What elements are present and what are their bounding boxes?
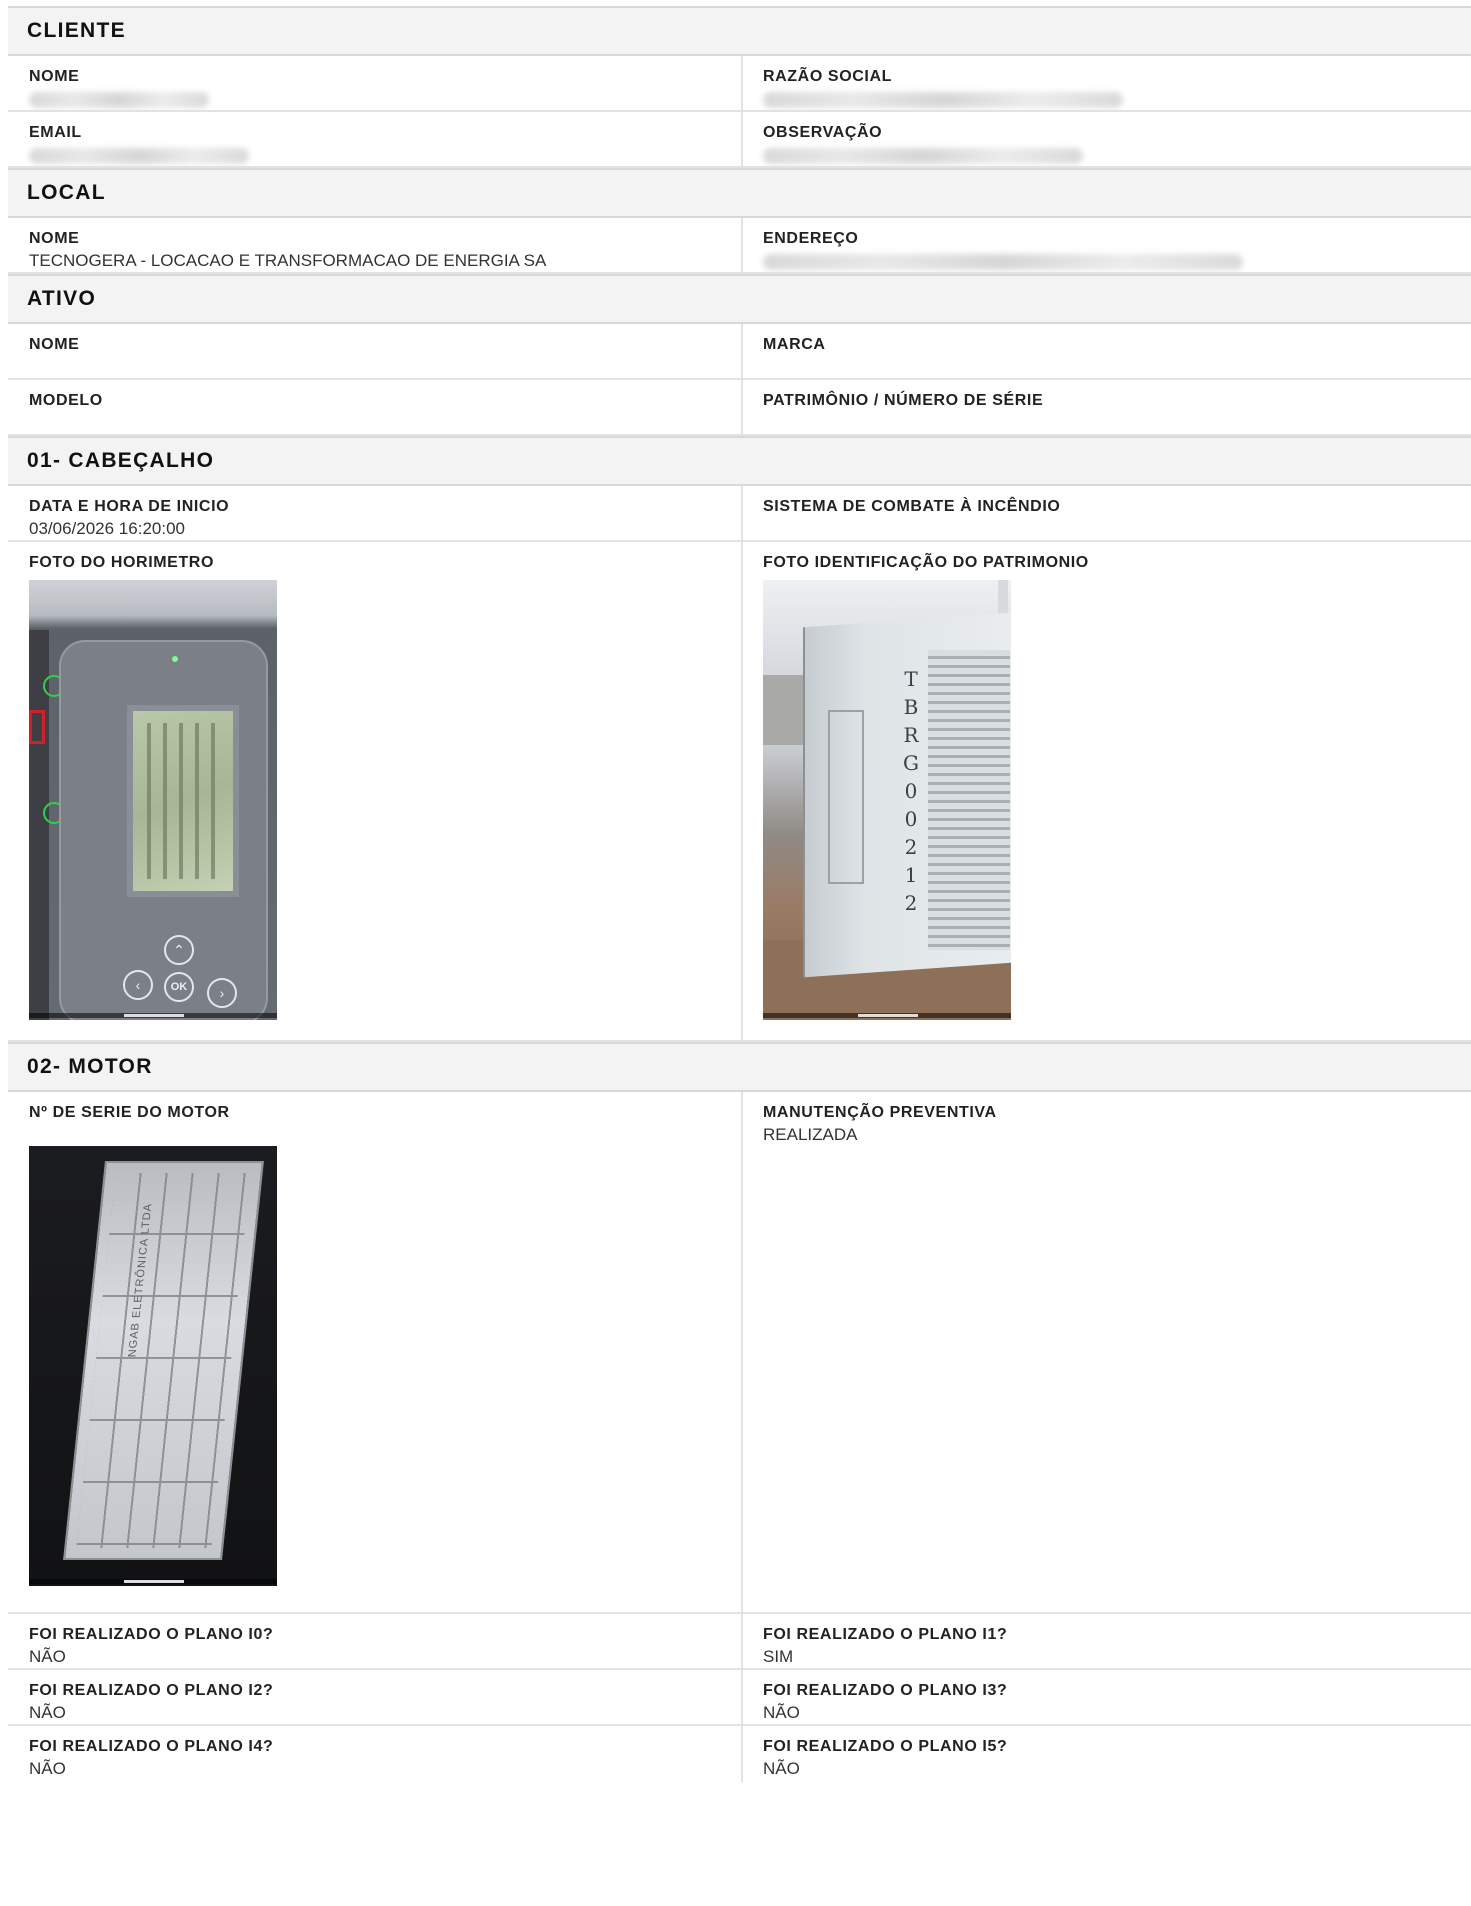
field-value: NÃO [29,1759,66,1778]
field-label: FOI REALIZADO O PLANO I0? [29,1626,274,1643]
motor-row-1: Nº DE SERIE DO MOTOR NGAB ELETRÔNICA LTD… [8,1092,1471,1614]
field-value: NÃO [763,1759,800,1778]
plano-i2-cell: FOI REALIZADO O PLANO I2? NÃO [8,1670,743,1724]
ativo-patrimonio-cell: PATRIMÔNIO / NÚMERO DE SÉRIE [743,380,1471,434]
lcd-display [127,705,239,897]
plano-i3-cell: FOI REALIZADO O PLANO I3? NÃO [743,1670,1471,1724]
chevron-left-icon: ‹ [123,970,153,1000]
ativo-row-1: NOME MARCA [8,324,1471,380]
field-value: NÃO [29,1703,66,1722]
field-label: FOI REALIZADO O PLANO I5? [763,1738,1008,1755]
field-label: DATA E HORA DE INICIO [29,498,230,515]
cliente-email-cell: EMAIL [8,112,743,166]
field-value: REALIZADA [763,1125,858,1144]
cliente-observacao-cell: OBSERVAÇÃO [743,112,1471,166]
cabecalho-row-fotos: FOTO DO HORIMETRO ⌃ ‹ OK › FOTO IDENTIFI… [8,542,1471,1042]
field-label: NOME [29,230,80,247]
field-label: MODELO [29,392,103,409]
field-value: NÃO [763,1703,800,1722]
field-label: MARCA [763,336,826,353]
field-label: ENDEREÇO [763,230,859,247]
section-ativo-header: ATIVO [8,274,1471,324]
ok-button-icon: OK [164,972,194,1002]
foto-horimetro-cell: FOTO DO HORIMETRO ⌃ ‹ OK › [8,542,743,1040]
manutencao-cell: MANUTENÇÃO PREVENTIVA REALIZADA [743,1092,1471,1612]
generator-door [828,710,864,884]
ativo-modelo-cell: MODELO [8,380,743,434]
chevron-up-icon: ⌃ [164,935,194,965]
field-label: FOTO IDENTIFICAÇÃO DO PATRIMONIO [763,554,1089,571]
cliente-row-1: NOME RAZÃO SOCIAL [8,56,1471,112]
chevron-right-icon: › [207,978,237,1008]
local-row: NOME TECNOGERA - LOCACAO E TRANSFORMACAO… [8,218,1471,274]
generator-louvers [928,650,1010,950]
section-title: CLIENTE [27,19,126,42]
section-local-header: LOCAL [8,168,1471,218]
redacted-value [763,92,1123,108]
sistema-incendio-cell: SISTEMA DE COMBATE À INCÊNDIO [743,486,1471,540]
field-label: FOI REALIZADO O PLANO I4? [29,1738,274,1755]
local-nome-cell: NOME TECNOGERA - LOCACAO E TRANSFORMACAO… [8,218,743,272]
field-label: RAZÃO SOCIAL [763,68,892,85]
field-label: SISTEMA DE COMBATE À INCÊNDIO [763,498,1061,515]
field-label: FOI REALIZADO O PLANO I2? [29,1682,274,1699]
data-inicio-cell: DATA E HORA DE INICIO 03/06/2026 16:20:0… [8,486,743,540]
motor-plate-photo[interactable]: NGAB ELETRÔNICA LTDA [29,1146,277,1586]
redacted-value [763,148,1083,164]
field-label: FOTO DO HORIMETRO [29,554,215,571]
redacted-value [763,254,1243,270]
field-value: TECNOGERA - LOCACAO E TRANSFORMACAO DE E… [29,251,547,270]
photo-timestamp [29,1579,277,1584]
patrimonio-id-text: TBRG00212 [903,667,919,915]
plano-i1-cell: FOI REALIZADO O PLANO I1? SIM [743,1614,1471,1668]
section-cliente-header: CLIENTE [8,6,1471,56]
field-label: OBSERVAÇÃO [763,124,883,141]
field-label: NOME [29,336,80,353]
report-page: CLIENTE NOME RAZÃO SOCIAL EMAIL OBSERVAÇ… [8,6,1471,1782]
photo-timestamp [763,1013,1011,1018]
foto-patrimonio-cell: FOTO IDENTIFICAÇÃO DO PATRIMONIO TBRG002… [743,542,1471,1040]
local-endereco-cell: ENDEREÇO [743,218,1471,272]
plano-i4-cell: FOI REALIZADO O PLANO I4? NÃO [8,1726,743,1782]
cliente-nome-cell: NOME [8,56,743,110]
horimetro-photo[interactable]: ⌃ ‹ OK › [29,580,277,1020]
cliente-row-2: EMAIL OBSERVAÇÃO [8,112,1471,168]
plano-i5-cell: FOI REALIZADO O PLANO I5? NÃO [743,1726,1471,1782]
field-label: MANUTENÇÃO PREVENTIVA [763,1104,997,1121]
section-title: ATIVO [27,287,97,310]
redacted-value [29,148,249,164]
section-motor-header: 02- MOTOR [8,1042,1471,1092]
section-cabecalho-header: 01- CABEÇALHO [8,436,1471,486]
motor-row-planos-1: FOI REALIZADO O PLANO I0? NÃO FOI REALIZ… [8,1614,1471,1670]
ativo-marca-cell: MARCA [743,324,1471,378]
red-indicator [29,710,45,744]
section-title: 01- CABEÇALHO [27,449,215,472]
field-label: FOI REALIZADO O PLANO I1? [763,1626,1008,1643]
motor-row-planos-2: FOI REALIZADO O PLANO I2? NÃO FOI REALIZ… [8,1670,1471,1726]
ativo-nome-cell: NOME [8,324,743,378]
patrimonio-photo[interactable]: TBRG00212 [763,580,1011,1020]
field-value: SIM [763,1647,794,1666]
field-label: PATRIMÔNIO / NÚMERO DE SÉRIE [763,392,1044,409]
photo-timestamp [29,1013,277,1018]
redacted-value [29,92,209,108]
serial-plate: NGAB ELETRÔNICA LTDA [63,1161,264,1560]
field-value: 03/06/2026 16:20:00 [29,519,185,538]
plano-i0-cell: FOI REALIZADO O PLANO I0? NÃO [8,1614,743,1668]
cliente-razao-cell: RAZÃO SOCIAL [743,56,1471,110]
status-led [172,656,178,662]
serie-motor-cell: Nº DE SERIE DO MOTOR NGAB ELETRÔNICA LTD… [8,1092,743,1612]
field-label: Nº DE SERIE DO MOTOR [29,1104,230,1121]
field-label: NOME [29,68,80,85]
section-title: 02- MOTOR [27,1055,153,1078]
ativo-row-2: MODELO PATRIMÔNIO / NÚMERO DE SÉRIE [8,380,1471,436]
cabecalho-row-1: DATA E HORA DE INICIO 03/06/2026 16:20:0… [8,486,1471,542]
motor-row-planos-3: FOI REALIZADO O PLANO I4? NÃO FOI REALIZ… [8,1726,1471,1782]
field-value: NÃO [29,1647,66,1666]
section-title: LOCAL [27,181,106,204]
field-label: EMAIL [29,124,82,141]
field-label: FOI REALIZADO O PLANO I3? [763,1682,1008,1699]
